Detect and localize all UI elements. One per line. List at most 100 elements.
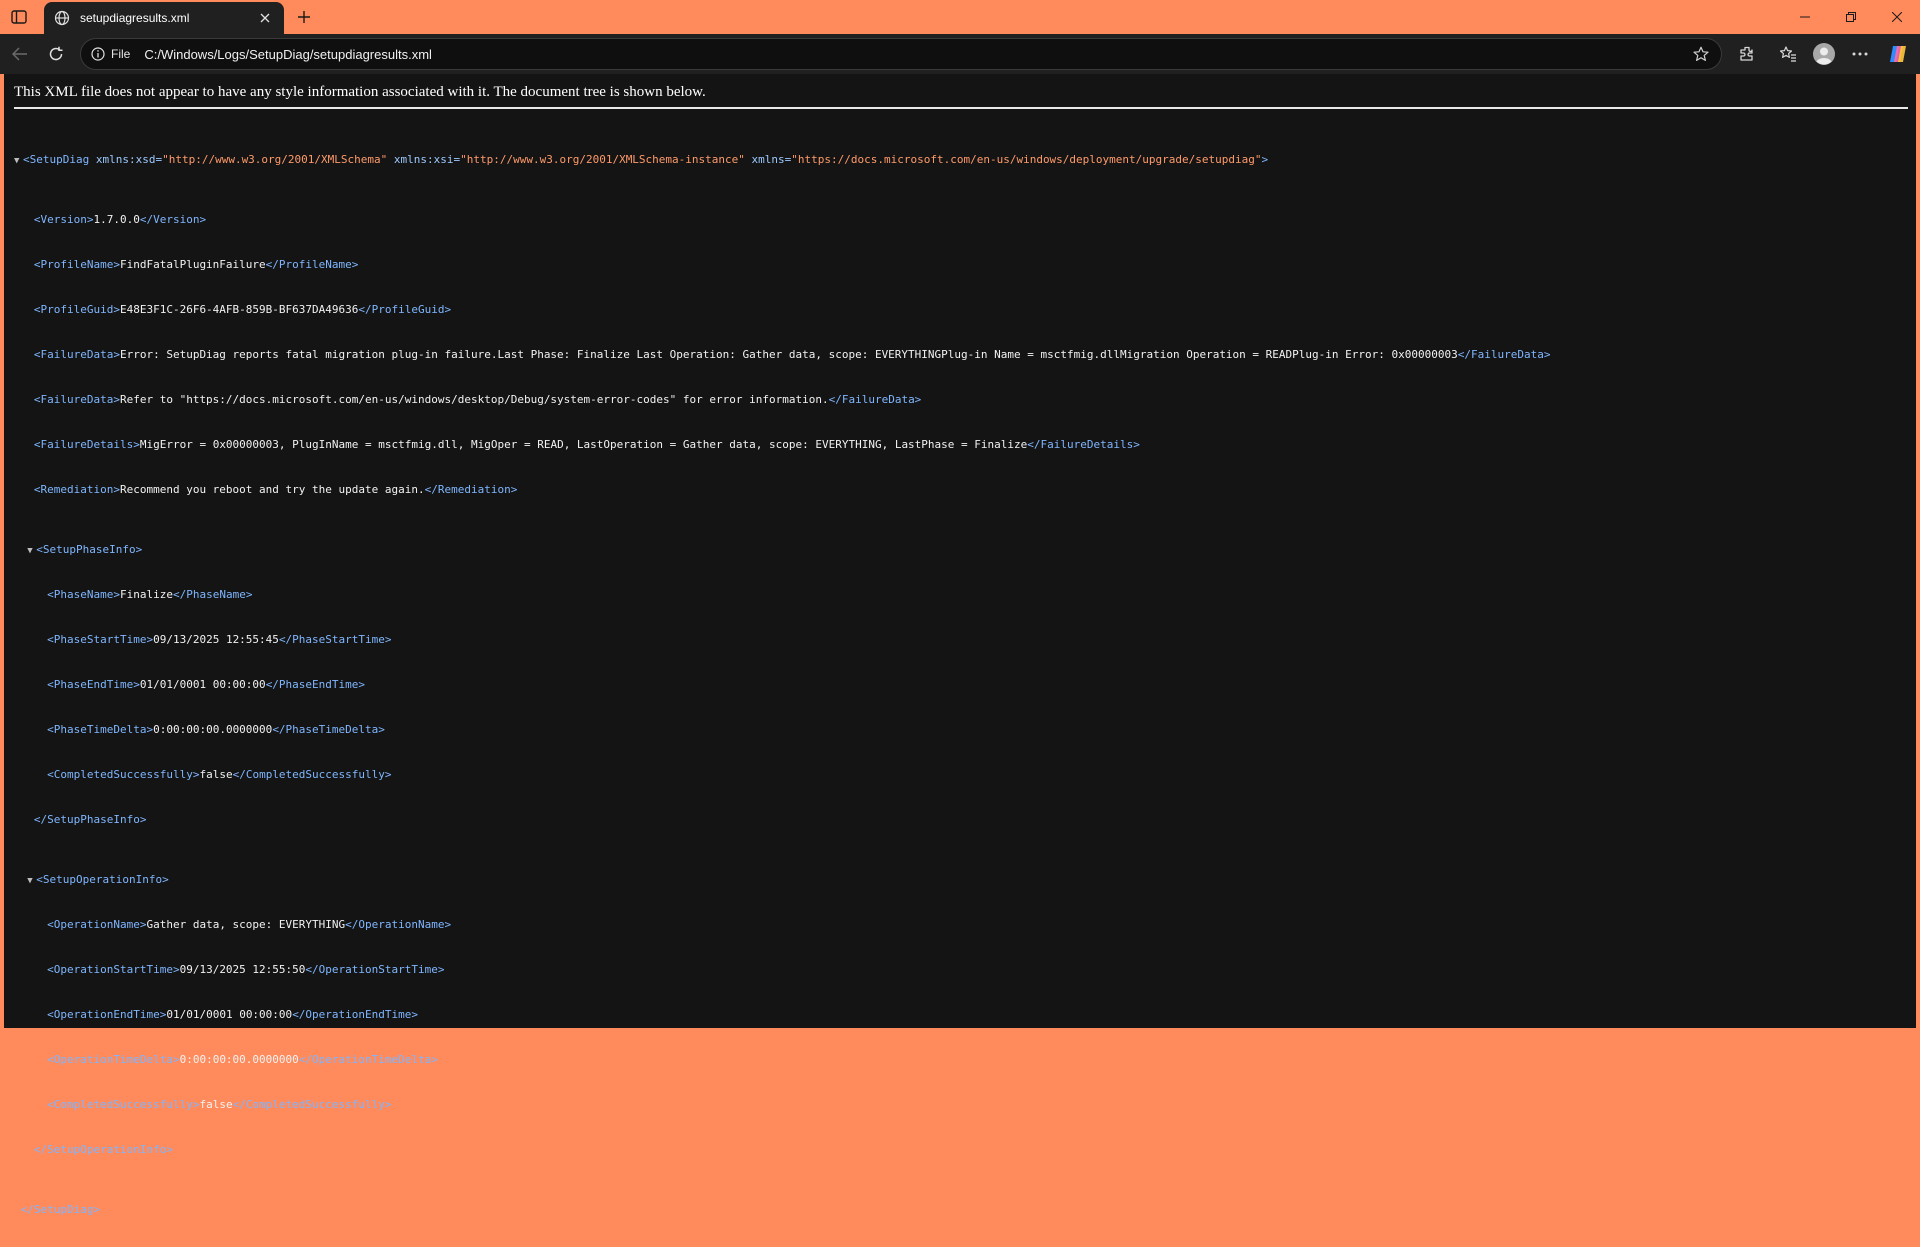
xml-tag: </Remediation> [424, 483, 518, 496]
root-close-line: </SetupDiag> [14, 1202, 1550, 1217]
operation-name-value: Gather data, scope: EVERYTHING [146, 918, 346, 931]
root-open-tag-end: > [1261, 153, 1269, 166]
xmlns-xsd-attr-name: xmlns:xsd [95, 153, 156, 166]
minimize-icon[interactable] [1782, 0, 1828, 34]
xml-element-phase-completed: <CompletedSuccessfully>false</CompletedS… [14, 767, 1550, 782]
collapse-operation-info-toggle-icon[interactable]: ▼ [27, 874, 36, 889]
phase-time-delta-value: 0:00:00:00.0000000 [153, 723, 273, 736]
xml-element-operation-time-delta: <OperationTimeDelta>0:00:00:00.0000000</… [14, 1052, 1550, 1067]
favorite-star-icon[interactable] [1691, 44, 1711, 64]
xmlns-xsd-attr-value: "http://www.w3.org/2001/XMLSchema" [162, 153, 388, 166]
xml-tag: <PhaseTimeDelta> [47, 723, 154, 736]
xml-tag: <PhaseStartTime> [47, 633, 154, 646]
xml-tag: <FailureData> [33, 348, 120, 361]
profile-avatar-icon[interactable] [1810, 40, 1838, 68]
xml-tag: </FailureData> [1457, 348, 1551, 361]
refresh-icon[interactable] [42, 40, 70, 68]
copilot-icon[interactable] [1884, 40, 1912, 68]
phase-end-time-value: 01/01/0001 00:00:00 [139, 678, 266, 691]
xml-element-operation-end-time: <OperationEndTime>01/01/0001 00:00:00</O… [14, 1007, 1550, 1022]
xml-element-profile-guid: <ProfileGuid>E48E3F1C-26F6-4AFB-859B-BF6… [14, 302, 1550, 317]
tab-active[interactable]: setupdiagresults.xml [44, 2, 284, 34]
xml-tag: </FailureData> [828, 393, 922, 406]
xml-tag: </PhaseName> [172, 588, 253, 601]
version-value: 1.7.0.0 [93, 213, 140, 226]
xml-element-operation-name: <OperationName>Gather data, scope: EVERY… [14, 917, 1550, 932]
restore-icon[interactable] [1828, 0, 1874, 34]
xmlns-attr-value: "https://docs.microsoft.com/en-us/window… [791, 153, 1262, 166]
xml-tag: </CompletedSuccessfully> [232, 1098, 392, 1111]
xml-tag: </CompletedSuccessfully> [232, 768, 392, 781]
xml-tag: <OperationName> [47, 918, 147, 931]
close-window-icon[interactable] [1874, 0, 1920, 34]
address-bar[interactable]: File C:/Windows/Logs/SetupDiag/setupdiag… [80, 38, 1722, 70]
globe-icon [54, 10, 70, 26]
xml-tag: </Version> [139, 213, 207, 226]
xml-element-phase-time-delta: <PhaseTimeDelta>0:00:00:00.0000000</Phas… [14, 722, 1550, 737]
phase-info-open-line: ▼ <SetupPhaseInfo> [14, 542, 1550, 557]
operation-info-close-tag: </SetupOperationInfo> [33, 1143, 173, 1156]
xml-element-version: <Version>1.7.0.0</Version> [14, 212, 1550, 227]
xml-tag: </ProfileName> [265, 258, 359, 271]
failure-data-value-1: Error: SetupDiag reports fatal migration… [119, 348, 1458, 361]
xml-element-profile-name: <ProfileName>FindFatalPluginFailure</Pro… [14, 257, 1550, 272]
tab-title: setupdiagresults.xml [80, 11, 190, 25]
collapse-phase-info-toggle-icon[interactable]: ▼ [27, 544, 36, 559]
root-open-tag: <SetupDiag [23, 153, 90, 166]
xml-element-phase-name: <PhaseName>Finalize</PhaseName> [14, 587, 1550, 602]
xml-element-failure-data-1: <FailureData>Error: SetupDiag reports fa… [14, 347, 1551, 362]
back-arrow-icon[interactable] [6, 40, 34, 68]
xml-tag: <CompletedSuccessfully> [47, 768, 200, 781]
xml-tag: <PhaseName> [47, 588, 120, 601]
phase-completed-value: false [199, 768, 233, 781]
root-close-tag: </SetupDiag> [20, 1203, 101, 1216]
xml-tag: </OperationStartTime> [305, 963, 445, 976]
xml-element-phase-end-time: <PhaseEndTime>01/01/0001 00:00:00</Phase… [14, 677, 1550, 692]
xmlns-attr-name: xmlns [751, 153, 785, 166]
close-tab-icon[interactable] [256, 9, 274, 27]
site-info-button[interactable]: File [91, 47, 130, 61]
info-icon [91, 47, 105, 61]
xml-tag: <FailureData> [33, 393, 120, 406]
xml-tag: <Version> [33, 213, 94, 226]
operation-completed-value: false [199, 1098, 233, 1111]
xml-element-failure-data-2: <FailureData>Refer to "https://docs.micr… [14, 392, 1550, 407]
url-text[interactable]: C:/Windows/Logs/SetupDiag/setupdiagresul… [144, 47, 1691, 62]
xml-tag: </FailureDetails> [1027, 438, 1140, 451]
extensions-icon[interactable] [1733, 40, 1761, 68]
xml-tag: </PhaseStartTime> [278, 633, 392, 646]
xml-tag: <ProfileName> [33, 258, 120, 271]
notice-divider [14, 107, 1908, 109]
profile-guid-value: E48E3F1C-26F6-4AFB-859B-BF637DA49636 [119, 303, 359, 316]
failure-details-value: MigError = 0x00000003, PlugInName = msct… [139, 438, 1028, 451]
xml-tag: </OperationEndTime> [292, 1008, 419, 1021]
xml-tag: <OperationStartTime> [47, 963, 180, 976]
new-tab-icon[interactable] [292, 5, 316, 29]
xml-tag: <OperationTimeDelta> [47, 1053, 180, 1066]
xml-tree: ▼ <SetupDiag xmlns:xsd="http://www.w3.org… [14, 122, 1550, 1247]
more-options-icon[interactable] [1846, 40, 1874, 68]
collapse-root-toggle-icon[interactable]: ▼ [14, 154, 23, 169]
xml-element-operation-completed: <CompletedSuccessfully>false</CompletedS… [14, 1097, 1550, 1112]
profile-name-value: FindFatalPluginFailure [119, 258, 266, 271]
xml-tag: </OperationTimeDelta> [298, 1053, 438, 1066]
xml-tag: <ProfileGuid> [33, 303, 120, 316]
xml-element-failure-details: <FailureDetails>MigError = 0x00000003, P… [14, 437, 1550, 452]
xml-element-operation-start-time: <OperationStartTime>09/13/2025 12:55:50<… [14, 962, 1550, 977]
xml-element-phase-start-time: <PhaseStartTime>09/13/2025 12:55:45</Pha… [14, 632, 1550, 647]
operation-start-time-value: 09/13/2025 12:55:50 [179, 963, 306, 976]
operation-info-open-tag: <SetupOperationInfo> [36, 873, 169, 886]
tab-strip: setupdiagresults.xml [0, 0, 1920, 34]
phase-info-close-line: </SetupPhaseInfo> [14, 812, 1550, 827]
tab-actions-icon[interactable] [6, 6, 32, 28]
scheme-label: File [111, 47, 131, 61]
failure-data-value-2: Refer to "https://docs.microsoft.com/en-… [119, 393, 829, 406]
xml-tag: </ProfileGuid> [358, 303, 452, 316]
xml-tag: <PhaseEndTime> [47, 678, 140, 691]
xmlns-xsi-attr-name: xmlns:xsi [393, 153, 454, 166]
xml-element-remediation: <Remediation>Recommend you reboot and tr… [14, 482, 1550, 497]
xml-tag: </PhaseTimeDelta> [272, 723, 385, 736]
operation-info-close-line: </SetupOperationInfo> [14, 1142, 1550, 1157]
xml-tag: <FailureDetails> [33, 438, 140, 451]
favorites-icon[interactable] [1774, 40, 1802, 68]
